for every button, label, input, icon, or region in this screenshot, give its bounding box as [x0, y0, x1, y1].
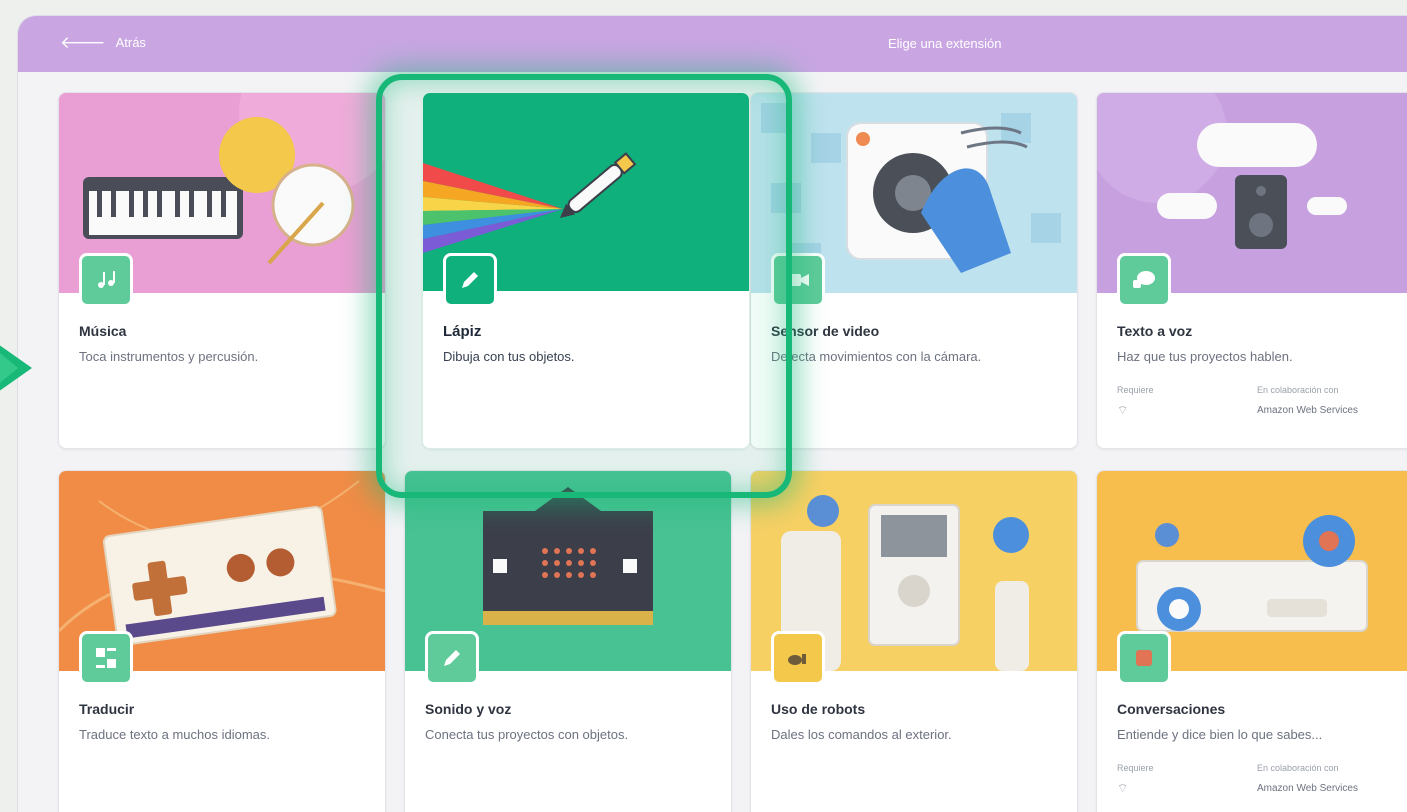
- card-title: Música: [79, 323, 127, 339]
- back-label: Atrás: [115, 35, 146, 50]
- card-title: Conversaciones: [1117, 701, 1226, 717]
- wifi-icon: ⌔: [1117, 781, 1129, 795]
- card-title: Sonido y voz: [425, 701, 512, 717]
- card-description: Entiende y dice bien lo que sabes...: [1117, 727, 1323, 742]
- card-description: Dales los comandos al exterior.: [771, 727, 952, 742]
- wifi-icon: ⌔: [1117, 403, 1129, 417]
- requires-label: Requiere: [1117, 763, 1154, 773]
- library-header: 🡐 Atrás Elige una extensión: [18, 16, 1407, 72]
- extension-card-music[interactable]: Música Toca instrumentos y percusión.: [58, 92, 386, 449]
- arrow-left-icon: 🡐: [60, 33, 106, 52]
- translate-icon: [79, 631, 133, 685]
- pencil-icon: [443, 253, 497, 307]
- card-description: Toca instrumentos y percusión.: [79, 349, 259, 364]
- library-title: Elige una extensión: [888, 36, 1002, 51]
- extension-card-conversations[interactable]: Conversaciones Entiende y dice bien lo q…: [1096, 470, 1407, 812]
- card-title: Texto a voz: [1117, 323, 1193, 339]
- extension-library-panel: 🡐 Atrás Elige una extensión Música Toca …: [18, 16, 1407, 812]
- card-title: Lápiz: [443, 323, 482, 340]
- back-button[interactable]: 🡐 Atrás: [60, 34, 146, 51]
- robot-icon: [771, 631, 825, 685]
- collaboration-label: En colaboración con: [1257, 385, 1339, 395]
- conversation-icon: [1117, 631, 1171, 685]
- card-description: Haz que tus proyectos hablen.: [1117, 349, 1293, 364]
- speech-bubble-icon: [1117, 253, 1171, 307]
- pencil-icon: [425, 631, 479, 685]
- extension-card-pen[interactable]: Lápiz Dibuja con tus objetos.: [422, 92, 750, 449]
- collaboration-partner: Amazon Web Services: [1257, 405, 1358, 416]
- card-title: Traducir: [79, 701, 135, 717]
- extension-card-translate[interactable]: Traducir Traduce texto a muchos idiomas.: [58, 470, 386, 812]
- card-description: Traduce texto a muchos idiomas.: [79, 727, 270, 742]
- chevron-right-icon[interactable]: [0, 330, 32, 406]
- card-title: Uso de robots: [771, 701, 866, 717]
- card-description: Detecta movimientos con la cámara.: [771, 349, 982, 364]
- extension-card-board[interactable]: Sonido y voz Conecta tus proyectos con o…: [404, 470, 732, 812]
- music-icon: [79, 253, 133, 307]
- collaboration-label: En colaboración con: [1257, 763, 1339, 773]
- requires-label: Requiere: [1117, 385, 1154, 395]
- extension-card-text-to-speech[interactable]: Texto a voz Haz que tus proyectos hablen…: [1096, 92, 1407, 449]
- extension-card-robots[interactable]: Uso de robots Dales los comandos al exte…: [750, 470, 1078, 812]
- card-description: Dibuja con tus objetos.: [443, 349, 575, 364]
- card-description: Conecta tus proyectos con objetos.: [425, 727, 629, 742]
- collaboration-partner: Amazon Web Services: [1257, 783, 1358, 794]
- extension-card-video-sensing[interactable]: Sensor de video Detecta movimientos con …: [750, 92, 1078, 449]
